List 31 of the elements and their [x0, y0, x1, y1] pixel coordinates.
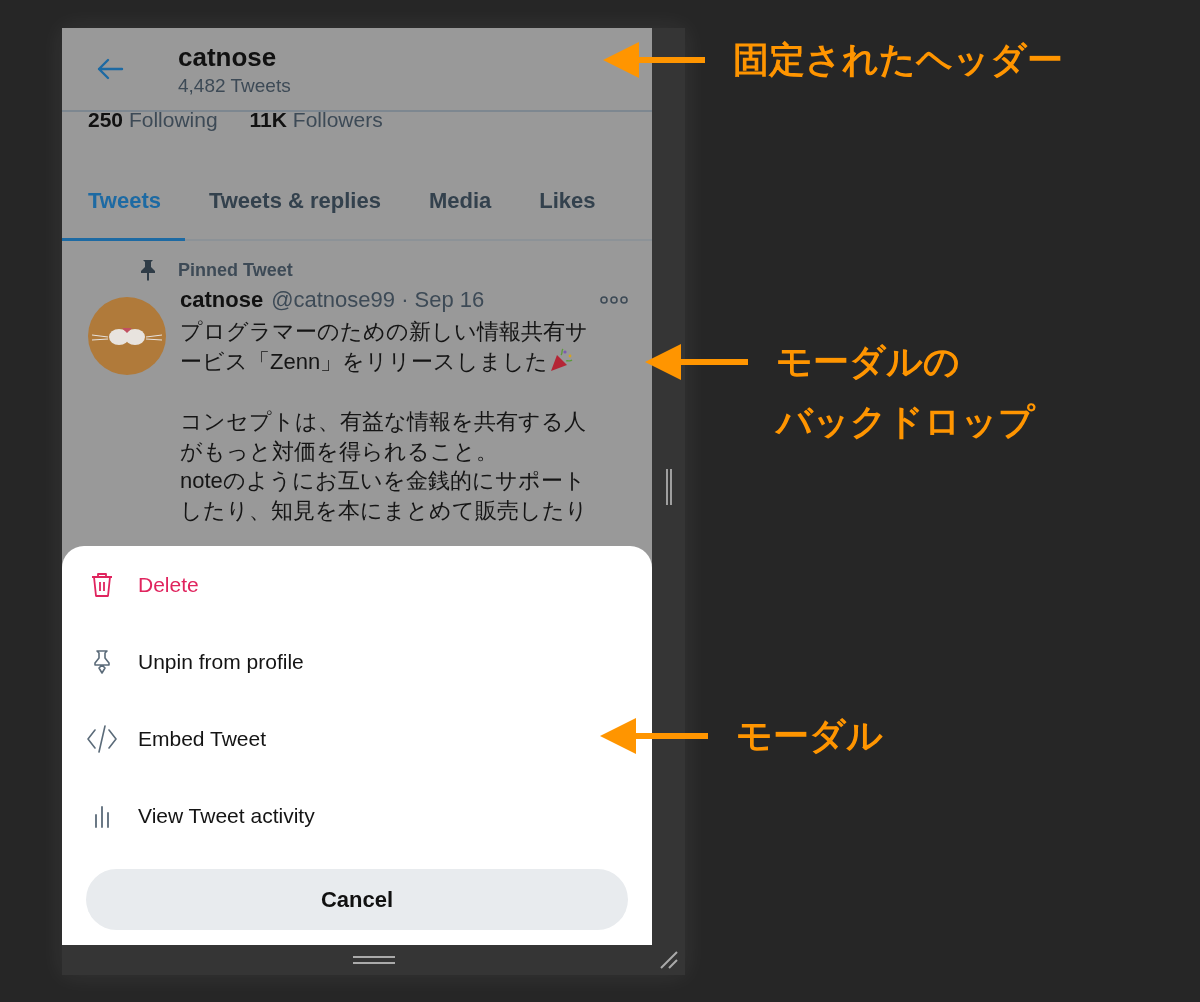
annotation-label: モーダル: [736, 714, 883, 758]
resize-handle-icon[interactable]: [352, 955, 395, 965]
follow-stat[interactable]: 11K Followers: [249, 108, 383, 130]
profile-name: catnose: [178, 41, 278, 73]
menu-item[interactable]: Unpin from profile: [86, 623, 304, 700]
annotation-label: 固定されたヘッダー: [733, 38, 1063, 82]
follow-stat[interactable]: 250 Following: [88, 108, 218, 130]
profile-tab[interactable]: Media: [404, 182, 516, 241]
cancel-button[interactable]: Cancel: [86, 869, 628, 930]
resize-handle-icon[interactable]: [664, 468, 673, 505]
avatar[interactable]: [88, 297, 166, 375]
resize-corner-icon[interactable]: [659, 950, 679, 970]
annotation-label: モーダルの バックドロップ: [776, 340, 1035, 444]
tweet-text: コンセプトは、有益な情報を共有する人 がもっと対価を得られること。 noteのようにお互いを金銭的にサポート したり、知見を本にまとめて販売したり: [180, 408, 589, 525]
menu-item[interactable]: View Tweet activity: [86, 777, 315, 854]
more-icon[interactable]: [600, 296, 628, 304]
arrow-icon: [603, 40, 705, 80]
arrow-icon: [645, 342, 748, 382]
profile-tab[interactable]: Likes: [515, 182, 620, 241]
profile-tab[interactable]: Tweets & replies: [184, 182, 405, 241]
arrow-icon: [600, 716, 708, 756]
party-popper-icon: [548, 346, 575, 373]
author-handle: @catnose99 · Sep 16: [271, 287, 485, 313]
menu-item[interactable]: Delete: [86, 546, 199, 623]
menu-item[interactable]: Embed Tweet: [86, 700, 267, 777]
pin-icon: [138, 259, 158, 281]
code-icon: [86, 723, 118, 754]
pinned-label: Pinned Tweet: [178, 259, 293, 281]
tweet-count: 4,482 Tweets: [178, 74, 291, 97]
author-name[interactable]: catnose: [180, 287, 264, 313]
tweet-text: プログラマーのための新しい情報共有サ ービス「Zenn」をリリースしました: [180, 318, 589, 376]
